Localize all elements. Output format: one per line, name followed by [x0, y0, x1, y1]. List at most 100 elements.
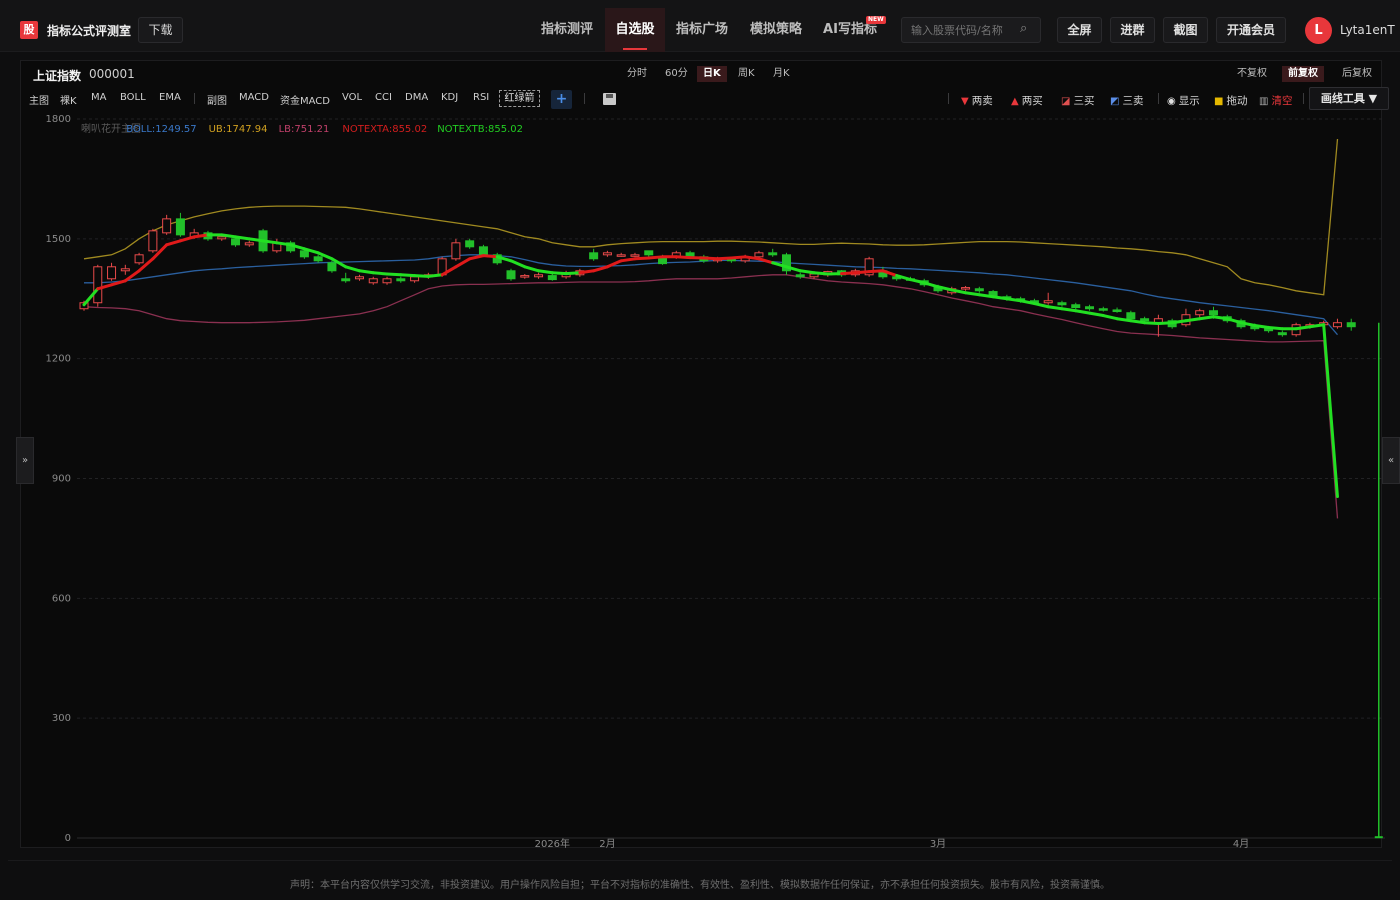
notext-line-segment — [1088, 311, 1105, 318]
candle-body — [327, 262, 337, 272]
x-tick-label: 2026年 — [535, 837, 570, 850]
notext-line-segment — [853, 270, 871, 275]
candle-body — [534, 274, 544, 278]
notext-line-segment — [261, 239, 279, 245]
candle-body — [478, 246, 488, 256]
notext-line-segment — [1225, 317, 1243, 325]
notext-line-segment — [371, 271, 389, 276]
candle-body — [162, 218, 172, 234]
candle-body — [1085, 306, 1095, 310]
candle-body — [299, 250, 309, 258]
notext-line-segment — [275, 241, 293, 247]
notext-line-segment — [977, 293, 995, 299]
footer-divider — [8, 860, 1392, 861]
notext-line-segment — [1253, 324, 1271, 330]
notext-line-segment — [1005, 297, 1023, 303]
legend-label: BOLL:1249.57 — [126, 124, 196, 135]
notext-line-segment — [1198, 315, 1215, 321]
x-tick-label: 4月 — [1233, 838, 1249, 850]
candle-body — [120, 268, 130, 272]
legend-label: NOTEXTA:855.02 — [342, 124, 427, 135]
notext-line-segment — [1060, 307, 1078, 313]
notext-line-segment — [991, 295, 1009, 301]
notext-line-segment — [757, 257, 775, 265]
notext-line-segment — [426, 273, 444, 278]
notext-line-segment — [1267, 326, 1284, 331]
notext-line-segment — [234, 235, 251, 241]
candle-body — [1126, 312, 1136, 320]
notext-line-segment — [413, 274, 430, 278]
notext-line-segment — [1143, 321, 1160, 326]
notext-line-segment — [1211, 315, 1229, 321]
notext-line-segment — [716, 256, 733, 261]
candle-body — [451, 242, 461, 260]
candle-body — [313, 256, 323, 262]
candle-body — [754, 252, 764, 258]
candle-body — [382, 278, 392, 284]
y-tick-label: 900 — [52, 474, 71, 485]
right-panel-toggle[interactable]: « — [1382, 437, 1400, 484]
notext-line-segment — [729, 255, 747, 260]
candle-body — [589, 252, 599, 260]
candle-body — [231, 238, 241, 246]
notext-line-segment — [1129, 319, 1147, 325]
notext-line-segment — [619, 257, 637, 263]
candle-body — [961, 287, 971, 290]
kline-chart[interactable]: 18001500120090060030002026年 2月 3月 4月喇叭花开主图B… — [0, 0, 1400, 860]
notext-line-segment — [578, 269, 596, 275]
candle-body — [768, 252, 778, 256]
candle-body — [244, 242, 254, 246]
notext-line-segment — [537, 269, 554, 275]
y-tick-label: 300 — [52, 713, 71, 724]
candle-body — [1277, 332, 1287, 336]
notext-line-segment — [1170, 319, 1188, 325]
candle-body — [396, 278, 406, 282]
notext-line-segment — [1184, 317, 1202, 323]
notext-line-segment — [165, 239, 182, 247]
candle-body — [644, 250, 654, 256]
notext-line-segment — [798, 269, 816, 275]
notext-line-segment — [1101, 314, 1119, 321]
candle-body — [1346, 322, 1356, 328]
boll-lower-line — [83, 274, 1339, 519]
candle-body — [93, 266, 103, 304]
notext-line-segment — [523, 265, 541, 273]
candle-body — [630, 254, 640, 257]
candle-body — [1112, 309, 1122, 313]
notext-line-segment — [564, 271, 582, 276]
notext-line-segment — [812, 271, 830, 276]
notext-line-segment — [247, 237, 265, 243]
candle-body — [1071, 304, 1081, 309]
disclaimer-text: 声明：本平台内容仅供学习交流，非投资建议。用户操作风险自担；平台不对指标的准确性… — [290, 880, 1110, 891]
notext-line-segment — [220, 233, 238, 239]
candle-body — [465, 240, 475, 248]
candle-body — [1140, 318, 1150, 322]
candle-body — [341, 278, 351, 282]
notext-line-segment — [922, 281, 940, 289]
notext-line-segment — [674, 255, 692, 260]
candle-body — [410, 276, 420, 282]
candle-body — [368, 278, 378, 284]
x-tick-label: 3月 — [930, 838, 946, 850]
notext-line-segment — [1046, 305, 1064, 311]
x-tick-label: 2月 — [599, 838, 615, 850]
notext-line-segment — [192, 233, 210, 239]
candle-body — [1098, 308, 1108, 311]
candle-body — [506, 270, 516, 280]
candle-body — [1208, 310, 1218, 316]
notext-line-segment — [468, 254, 485, 261]
notext-line-segment — [964, 291, 981, 297]
notext-line-segment — [840, 271, 857, 276]
notext-line-segment — [867, 269, 885, 274]
notext-line-segment — [1115, 317, 1133, 323]
y-tick-label: 1200 — [46, 354, 71, 365]
candle-body — [107, 266, 117, 280]
left-panel-toggle[interactable]: » — [16, 437, 34, 484]
boll-upper-line — [83, 138, 1339, 296]
notext-line-segment — [633, 256, 651, 261]
notext-line-segment — [550, 271, 568, 276]
y-tick-label: 1500 — [46, 234, 71, 245]
candle-body — [1195, 310, 1205, 316]
candle-body — [974, 288, 984, 292]
candle-body — [1043, 300, 1053, 304]
